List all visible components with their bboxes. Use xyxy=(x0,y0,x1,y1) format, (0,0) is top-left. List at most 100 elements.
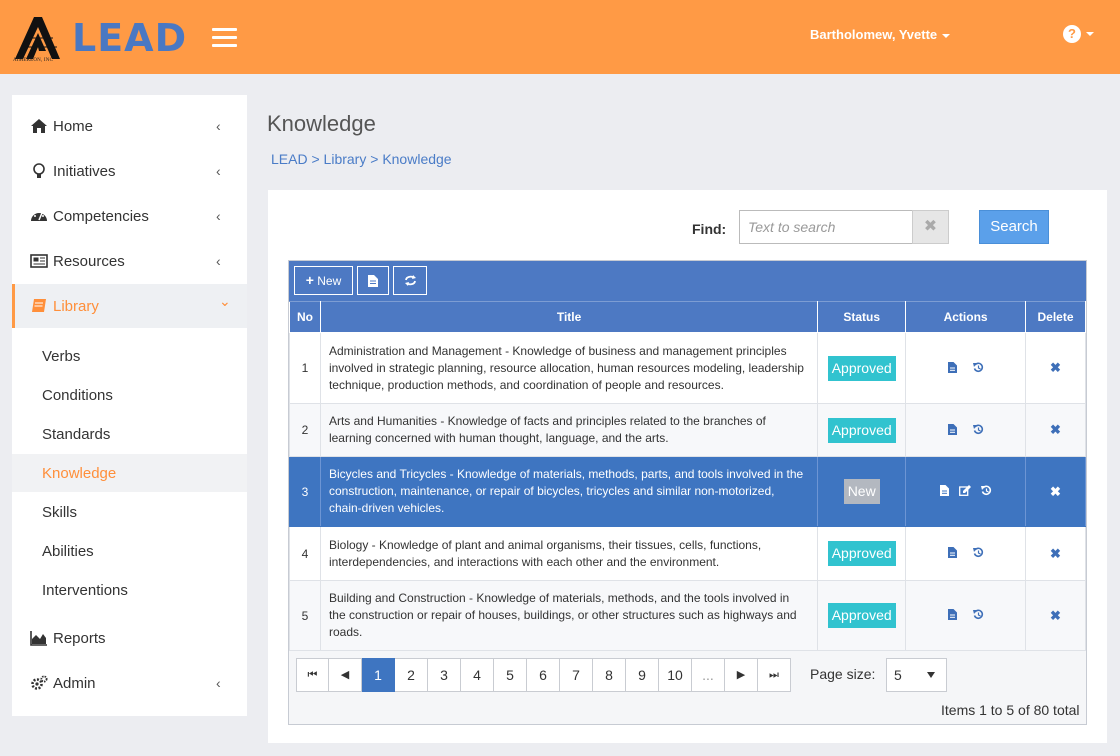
page-button-1[interactable]: 1 xyxy=(362,658,395,692)
help-menu[interactable]: ? xyxy=(1063,25,1094,43)
cogs-icon xyxy=(31,675,48,690)
edit-icon[interactable] xyxy=(958,484,971,499)
page-button-3[interactable]: 3 xyxy=(428,658,461,692)
sidebar-subitem-conditions[interactable]: Conditions xyxy=(12,376,247,414)
chevron-left-icon: ‹ xyxy=(216,675,221,691)
chevron-left-icon: ‹ xyxy=(216,208,221,224)
page-button-5[interactable]: 5 xyxy=(494,658,527,692)
page-button-10[interactable]: 10 xyxy=(659,658,692,692)
status-badge: Approved xyxy=(827,355,896,381)
sidebar-item-label: Competencies xyxy=(53,208,149,225)
sidebar-item-library[interactable]: Library ⌄ xyxy=(12,284,247,328)
breadcrumb-library[interactable]: Library xyxy=(324,151,367,167)
delete-icon[interactable]: ✖ xyxy=(1050,360,1061,375)
search-button[interactable]: Search xyxy=(979,210,1049,244)
chevron-down-icon: ⌄ xyxy=(219,293,231,309)
row-number: 2 xyxy=(289,403,321,457)
last-page-button[interactable]: ⏭ xyxy=(758,658,791,692)
sidebar-item-reports[interactable]: Reports xyxy=(12,616,247,660)
top-header: AIMEREON, INC LEAD Bartholomew, Yvette ? xyxy=(0,0,1120,74)
row-title: Biology - Knowledge of plant and animal … xyxy=(319,526,819,581)
refresh-icon xyxy=(404,275,416,287)
sidebar-item-resources[interactable]: Resources ‹ xyxy=(12,239,247,283)
sidebar-item-home[interactable]: Home ‹ xyxy=(12,104,247,148)
delete-icon[interactable]: ✖ xyxy=(1050,422,1061,437)
sidebar-item-competencies[interactable]: Competencies ‹ xyxy=(12,194,247,238)
search-input[interactable] xyxy=(739,210,913,244)
row-number: 3 xyxy=(289,456,321,527)
row-number: 5 xyxy=(289,580,321,651)
row-number: 4 xyxy=(289,526,321,581)
user-menu[interactable]: Bartholomew, Yvette xyxy=(810,27,951,42)
page-button-2[interactable]: 2 xyxy=(395,658,428,692)
sidebar-item-label: Library xyxy=(53,298,99,315)
view-document-icon[interactable] xyxy=(947,546,957,561)
sidebar-item-label: Initiatives xyxy=(53,163,116,180)
refresh-button[interactable] xyxy=(393,266,427,295)
sidebar-item-label: Home xyxy=(53,118,94,135)
sidebar-item-admin[interactable]: Admin ‹ xyxy=(12,661,247,705)
sidebar-item-initiatives[interactable]: Initiatives ‹ xyxy=(12,149,247,193)
table-row[interactable]: 5 Building and Construction - Knowledge … xyxy=(289,580,1086,651)
history-icon[interactable] xyxy=(972,423,984,438)
breadcrumb-separator: > xyxy=(370,151,379,167)
history-icon[interactable] xyxy=(972,361,984,376)
history-icon[interactable] xyxy=(972,608,984,623)
area-chart-icon xyxy=(30,631,47,646)
lightbulb-icon xyxy=(33,163,45,178)
history-icon[interactable] xyxy=(980,484,992,499)
book-icon xyxy=(32,299,46,312)
page-button-7[interactable]: 7 xyxy=(560,658,593,692)
sidebar-subitem-skills[interactable]: Skills xyxy=(12,493,247,531)
sidebar-subitem-standards[interactable]: Standards xyxy=(12,415,247,453)
table-row-selected[interactable]: 3 Bicycles and Tricycles - Knowledge of … xyxy=(289,456,1086,527)
dashboard-icon xyxy=(31,211,47,221)
chevron-left-icon: ‹ xyxy=(216,253,221,269)
delete-icon[interactable]: ✖ xyxy=(1050,546,1061,561)
table-row[interactable]: 4 Biology - Knowledge of plant and anima… xyxy=(289,526,1086,581)
view-document-icon[interactable] xyxy=(947,608,957,623)
sidebar-subitem-abilities[interactable]: Abilities xyxy=(12,532,247,570)
caret-down-icon xyxy=(1086,32,1094,36)
column-header-status[interactable]: Status xyxy=(817,301,907,333)
home-icon xyxy=(31,119,47,133)
page-button-6[interactable]: 6 xyxy=(527,658,560,692)
chevron-left-icon: ‹ xyxy=(216,163,221,179)
view-document-icon[interactable] xyxy=(947,423,957,438)
more-pages-button[interactable]: ... xyxy=(692,658,725,692)
view-document-icon[interactable] xyxy=(947,361,957,376)
delete-icon[interactable]: ✖ xyxy=(1050,608,1061,623)
page-button-8[interactable]: 8 xyxy=(593,658,626,692)
newspaper-icon xyxy=(30,254,48,268)
page-size-select[interactable]: 5 xyxy=(886,658,947,692)
status-badge: Approved xyxy=(827,417,896,443)
sidebar-subitem-label: Conditions xyxy=(42,387,113,404)
sidebar-subitem-verbs[interactable]: Verbs xyxy=(12,337,247,375)
page-button-4[interactable]: 4 xyxy=(461,658,494,692)
sidebar-subitem-interventions[interactable]: Interventions xyxy=(12,571,247,609)
export-document-button[interactable] xyxy=(357,266,389,295)
table-row[interactable]: 1 Administration and Management - Knowle… xyxy=(289,332,1086,404)
sidebar-subitem-label: Abilities xyxy=(42,543,94,560)
breadcrumb-lead[interactable]: LEAD xyxy=(271,151,308,167)
breadcrumb-knowledge[interactable]: Knowledge xyxy=(382,151,451,167)
user-name: Bartholomew, Yvette xyxy=(810,27,938,42)
history-icon[interactable] xyxy=(972,546,984,561)
find-label: Find: xyxy=(692,221,727,237)
sidebar-subitem-knowledge[interactable]: Knowledge xyxy=(12,454,247,492)
sidebar-item-label: Admin xyxy=(53,675,96,692)
column-header-no[interactable]: No xyxy=(289,301,321,333)
delete-icon[interactable]: ✖ xyxy=(1050,484,1061,499)
next-page-button[interactable]: ▶ xyxy=(725,658,758,692)
prev-page-button[interactable]: ◀ xyxy=(329,658,362,692)
page-button-9[interactable]: 9 xyxy=(626,658,659,692)
items-count-info: Items 1 to 5 of 80 total xyxy=(941,702,1080,718)
hamburger-menu-icon[interactable] xyxy=(212,28,238,48)
first-page-button[interactable]: ⏮ xyxy=(296,658,329,692)
clear-search-button[interactable]: ✖ xyxy=(912,210,949,244)
column-header-title[interactable]: Title xyxy=(319,301,819,333)
new-button[interactable]: + New xyxy=(294,266,353,295)
table-row[interactable]: 2 Arts and Humanities - Knowledge of fac… xyxy=(289,403,1086,457)
view-document-icon[interactable] xyxy=(939,484,949,499)
pagination: ⏮ ◀ 1 2 3 4 5 6 7 8 9 10 ... ▶ ⏭ xyxy=(296,658,791,692)
